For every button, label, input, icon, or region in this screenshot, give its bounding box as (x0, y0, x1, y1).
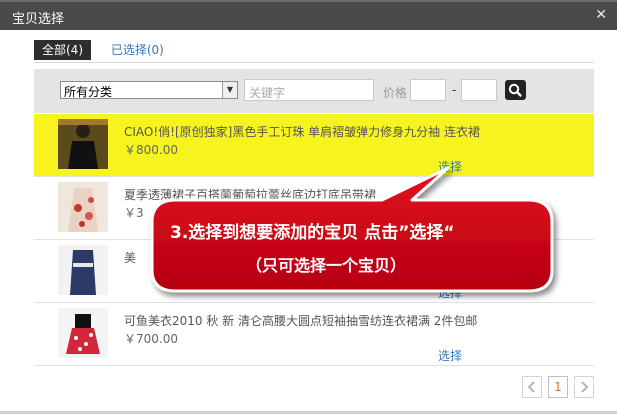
category-select-value: 所有分类 (64, 85, 113, 99)
close-icon[interactable]: ✕ (595, 7, 607, 23)
category-select[interactable]: 所有分类 ▼ (60, 81, 238, 99)
dialog-title: 宝贝选择 (12, 12, 65, 27)
item-title: 美 (124, 251, 137, 265)
item-title: CIAO!俏![原创独家]黑色手工订珠 单肩褶皱弹力修身九分袖 连衣裙 (124, 125, 480, 139)
item-title: 可鱼美衣2010 秋 新 清仑高腰大圆点短袖抽雪纺连衣裙满 2件包邮 (124, 314, 478, 328)
price-min-input[interactable] (410, 79, 446, 101)
item-price: ￥700.00 (124, 332, 178, 346)
select-link[interactable]: 选择 (438, 347, 462, 364)
tab-all[interactable]: 全部(4) (34, 40, 91, 60)
price-label: 价格 (383, 86, 408, 100)
select-link[interactable]: 选择 (438, 284, 462, 301)
search-button[interactable] (505, 80, 526, 100)
item-select-dialog: 宝贝选择 ✕ 全部(4) 已选择(0) 所有分类 ▼ 关键字 价格 - CIAO… (0, 0, 617, 411)
product-thumbnail (58, 245, 108, 295)
page-number-current[interactable]: 1 (548, 376, 568, 398)
chevron-down-icon[interactable]: ▼ (222, 82, 237, 98)
price-dash: - (452, 83, 457, 97)
product-thumbnail (58, 308, 108, 358)
item-price: ￥800.00 (124, 143, 178, 157)
list-item: CIAO!俏![原创独家]黑色手工订珠 单肩褶皱弹力修身九分袖 连衣裙 ￥800… (34, 114, 594, 177)
next-page-button[interactable] (574, 376, 594, 398)
keyword-placeholder: 关键字 (249, 86, 286, 100)
keyword-input[interactable]: 关键字 (244, 79, 374, 101)
chevron-left-icon (527, 381, 535, 393)
tab-bar: 全部(4) 已选择(0) (34, 40, 180, 60)
tab-divider (34, 62, 594, 63)
price-max-input[interactable] (461, 79, 497, 101)
select-link[interactable]: 选择 (438, 221, 462, 238)
prev-page-button[interactable] (522, 376, 542, 398)
item-list: CIAO!俏![原创独家]黑色手工订珠 单肩褶皱弹力修身九分袖 连衣裙 ￥800… (34, 114, 594, 366)
product-thumbnail (58, 182, 108, 232)
product-thumbnail (58, 119, 108, 169)
search-icon (508, 83, 522, 97)
select-link[interactable]: 选择 (438, 158, 462, 175)
list-item: 美 选择 (34, 240, 594, 303)
chevron-right-icon (581, 381, 589, 393)
tab-selected[interactable]: 已选择(0) (103, 40, 172, 60)
item-title: 夏季透薄裙子百搭薗葡萄拉蕾丝底边打底吊带裙 (124, 188, 377, 202)
filter-bar: 所有分类 ▼ 关键字 价格 - (34, 69, 594, 113)
dialog-titlebar: 宝贝选择 ✕ (0, 0, 617, 30)
list-item: 夏季透薄裙子百搭薗葡萄拉蕾丝底边打底吊带裙 ￥3 选择 (34, 177, 594, 240)
item-price: ￥3 (124, 206, 144, 220)
list-item: 可鱼美衣2010 秋 新 清仑高腰大圆点短袖抽雪纺连衣裙满 2件包邮 ￥700.… (34, 303, 594, 366)
